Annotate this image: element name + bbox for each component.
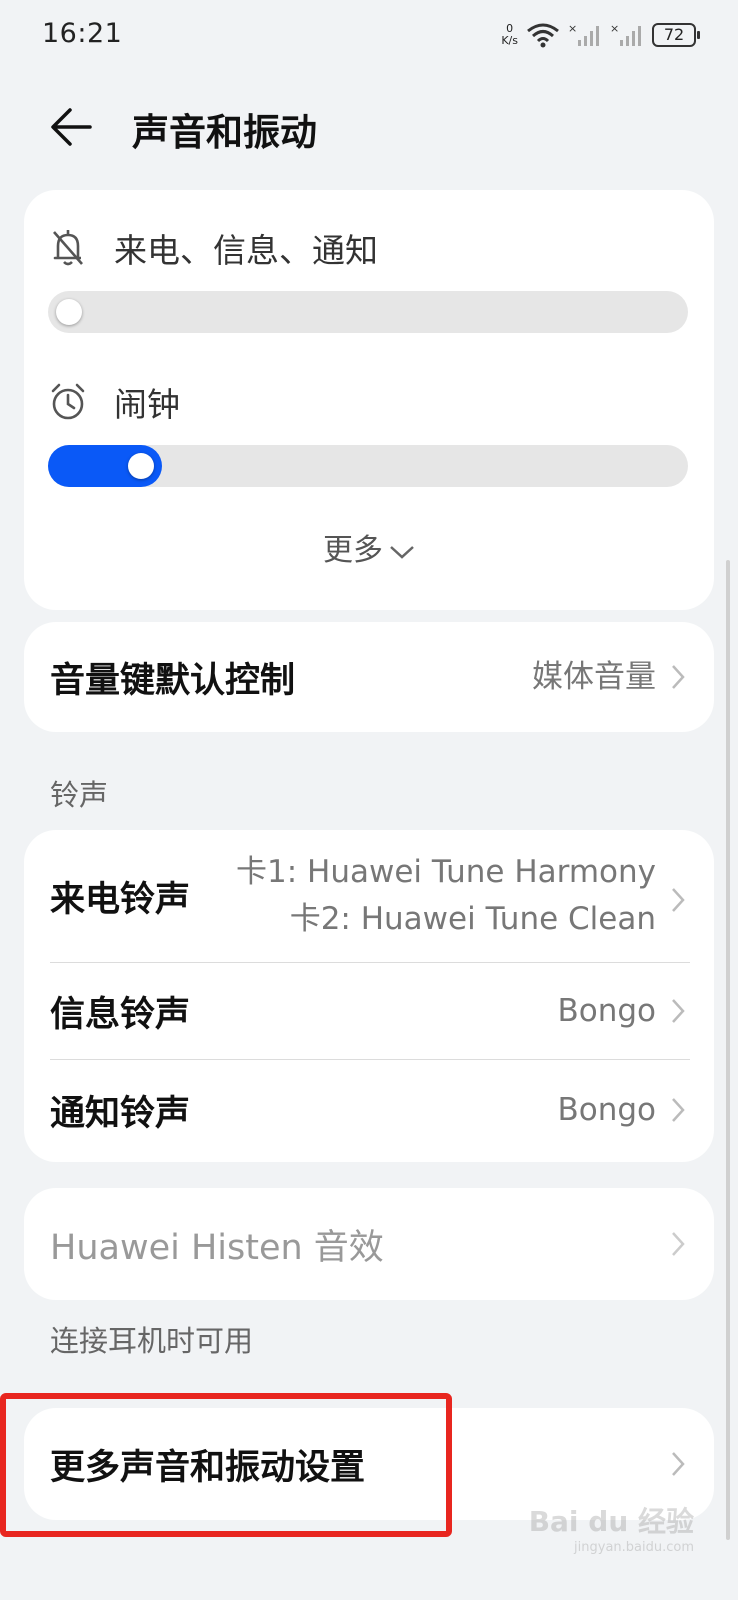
status-icons: 0 K/s × × 72 <box>501 20 700 50</box>
net-speed-indicator: 0 K/s <box>501 23 518 47</box>
chevron-down-icon <box>390 545 414 559</box>
ring-volume-label: 来电、信息、通知 <box>114 231 378 270</box>
wifi-icon <box>527 23 559 48</box>
volume-key-card: 音量键默认控制 媒体音量 <box>24 622 714 732</box>
chevron-right-icon <box>672 999 685 1023</box>
histen-row[interactable]: Huawei Histen 音效 <box>24 1188 714 1300</box>
alarm-volume-thumb[interactable] <box>127 453 154 479</box>
histen-card: Huawei Histen 音效 <box>24 1188 714 1300</box>
histen-note: 连接耳机时可用 <box>50 1324 254 1358</box>
notification-ringtone-title: 通知铃声 <box>50 1093 191 1134</box>
signal-sim2-icon: × <box>610 22 641 46</box>
page-title: 声音和振动 <box>132 111 317 154</box>
status-time: 16:21 <box>42 18 123 49</box>
alarm-volume-slider[interactable] <box>48 445 688 487</box>
back-arrow-icon <box>51 108 92 146</box>
watermark-text: Bai du 经验 <box>528 1505 694 1538</box>
header: 声音和振动 <box>0 90 738 165</box>
ring-volume-row: 来电、信息、通知 <box>50 224 378 272</box>
volume-key-value: 媒体音量 <box>532 658 656 695</box>
watermark-logo: Bai du 经验 jingyan.baidu.com <box>529 1500 694 1555</box>
svg-text:×: × <box>568 22 577 35</box>
more-settings-title: 更多声音和振动设置 <box>50 1447 366 1488</box>
more-volume-button[interactable]: 更多 <box>24 525 714 569</box>
chevron-right-icon <box>672 888 685 912</box>
signal-sim1-icon: × <box>568 22 599 46</box>
histen-title: Huawei Histen 音效 <box>50 1227 384 1268</box>
ring-volume-thumb[interactable] <box>56 299 82 325</box>
svg-text:×: × <box>610 22 619 35</box>
battery-icon: 72 <box>652 23 700 47</box>
ringtone-section-label: 铃声 <box>50 778 109 812</box>
ringtone-card: 来电铃声 卡1: Huawei Tune Harmony 卡2: Huawei … <box>24 830 714 1162</box>
scrollbar[interactable] <box>726 560 730 1540</box>
chevron-right-icon <box>672 1098 685 1122</box>
volume-card: 来电、信息、通知 闹钟 更多 <box>24 190 714 610</box>
call-ringtone-sim2: 卡2: Huawei Tune Clean <box>289 901 656 937</box>
chevron-right-icon <box>672 1452 685 1476</box>
ring-volume-slider[interactable] <box>48 291 688 333</box>
call-ringtone-value: 卡1: Huawei Tune Harmony 卡2: Huawei Tune … <box>236 849 656 943</box>
alarm-clock-icon <box>51 383 85 420</box>
status-bar: 16:21 0 K/s × × 72 <box>0 0 738 70</box>
alarm-volume-label: 闹钟 <box>114 385 180 424</box>
bell-off-icon <box>53 230 83 266</box>
more-volume-label: 更多 <box>323 533 383 568</box>
chevron-right-icon <box>672 665 685 689</box>
message-ringtone-title: 信息铃声 <box>50 994 191 1035</box>
back-button[interactable] <box>48 104 100 150</box>
call-ringtone-row[interactable]: 来电铃声 卡1: Huawei Tune Harmony 卡2: Huawei … <box>24 830 714 962</box>
call-ringtone-sim1: 卡1: Huawei Tune Harmony <box>236 854 656 890</box>
net-speed-unit: K/s <box>501 34 518 47</box>
volume-key-row[interactable]: 音量键默认控制 媒体音量 <box>24 622 714 732</box>
notification-ringtone-row[interactable]: 通知铃声 Bongo <box>24 1060 714 1160</box>
alarm-volume-row: 闹钟 <box>50 378 180 426</box>
watermark-sub: jingyan.baidu.com <box>574 1540 694 1555</box>
message-ringtone-value: Bongo <box>557 992 656 1029</box>
message-ringtone-row[interactable]: 信息铃声 Bongo <box>24 963 714 1059</box>
chevron-right-icon <box>672 1232 685 1256</box>
notification-ringtone-value: Bongo <box>557 1091 656 1128</box>
call-ringtone-title: 来电铃声 <box>50 879 191 920</box>
volume-key-title: 音量键默认控制 <box>50 660 296 701</box>
